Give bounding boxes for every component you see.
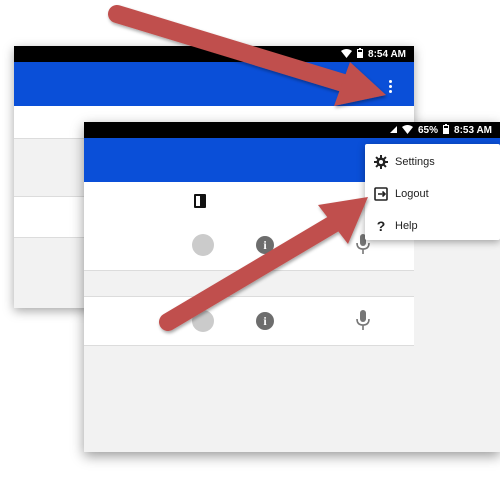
info-icon[interactable]: i: [256, 312, 274, 330]
logout-icon: [373, 186, 389, 202]
battery-icon: [357, 48, 364, 61]
menu-item-label: Settings: [395, 156, 435, 168]
menu-item-help[interactable]: ? Help: [365, 210, 500, 242]
menu-item-label: Logout: [395, 188, 429, 200]
overflow-menu: Settings Logout ? Help: [365, 144, 500, 240]
avatar-placeholder-icon: [192, 234, 214, 256]
menu-item-logout[interactable]: Logout: [365, 178, 500, 210]
book-icon: [194, 194, 206, 213]
menu-item-settings[interactable]: Settings: [365, 146, 500, 178]
battery-icon: [443, 124, 450, 137]
front-list-row[interactable]: i: [84, 296, 414, 346]
back-status-time: 8:54 AM: [368, 49, 406, 60]
cell-signal-icon: [390, 125, 397, 136]
gear-icon: [373, 154, 389, 170]
microphone-icon[interactable]: [356, 310, 370, 335]
overflow-menu-button[interactable]: [389, 80, 393, 95]
back-status-bar: 8:54 AM: [14, 46, 414, 62]
front-status-battery: 65%: [418, 125, 439, 136]
front-status-bar: 65% 8:53 AM: [84, 122, 500, 138]
back-app-bar: [14, 62, 414, 106]
avatar-placeholder-icon: [192, 310, 214, 332]
info-icon[interactable]: i: [256, 236, 274, 254]
front-status-time: 8:53 AM: [454, 125, 492, 136]
wifi-icon: [341, 48, 353, 61]
help-icon: ?: [376, 218, 386, 234]
menu-item-label: Help: [395, 220, 418, 232]
wifi-icon: [402, 124, 413, 137]
